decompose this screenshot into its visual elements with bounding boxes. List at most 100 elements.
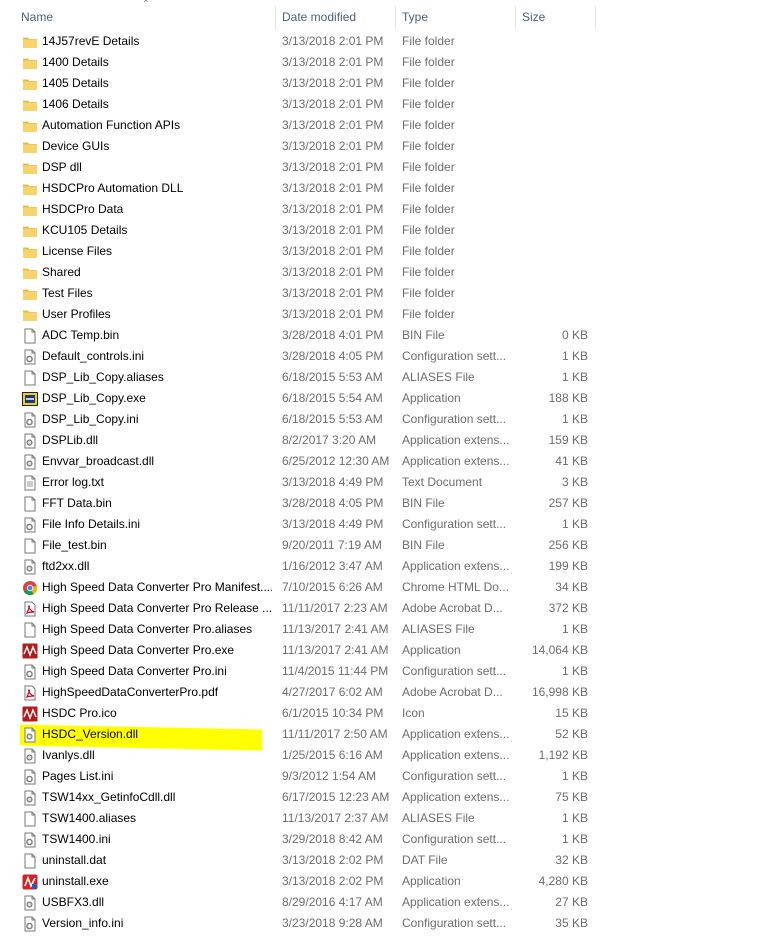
- file-name: USBFX3.dll: [42, 895, 105, 909]
- file-date-modified: 3/13/2018 2:02 PM: [282, 853, 384, 867]
- file-row[interactable]: TSW1400.aliases 11/13/2017 2:37 AM ALIASES…: [0, 808, 600, 829]
- file-name: DSP_Lib_Copy.aliases: [42, 370, 164, 384]
- file-row[interactable]: 1400 Details 3/13/2018 2:01 PM File folder: [0, 52, 600, 73]
- file-date-modified: 3/13/2018 2:01 PM: [282, 202, 384, 216]
- file-row[interactable]: DSP_Lib_Copy.exe 6/18/2015 5:54 AM Applica…: [0, 388, 600, 409]
- file-type: File folder: [402, 307, 455, 321]
- file-row[interactable]: HSDCPro Automation DLL 3/13/2018 2:01 PM F…: [0, 178, 600, 199]
- file-row[interactable]: Ivanlys.dll 1/25/2015 6:16 AM Application …: [0, 745, 600, 766]
- folder-icon: [22, 139, 38, 155]
- file-row[interactable]: DSP_Lib_Copy.ini 6/18/2015 5:53 AM Configu…: [0, 409, 600, 430]
- file-name: TSW1400.ini: [42, 832, 111, 846]
- file-size: 27 KB: [555, 895, 588, 909]
- pdf-icon: [22, 601, 38, 617]
- file-type: Configuration sett...: [402, 916, 507, 930]
- file-row[interactable]: Error log.txt 3/13/2018 4:49 PM Text Docum…: [0, 472, 600, 493]
- file-size: 14,064 KB: [531, 643, 588, 657]
- sort-ascending-icon: ⌃: [141, 0, 151, 10]
- file-row[interactable]: 1406 Details 3/13/2018 2:01 PM File folder: [0, 94, 600, 115]
- file-row[interactable]: 1405 Details 3/13/2018 2:01 PM File folder: [0, 73, 600, 94]
- file-name: File_test.bin: [42, 538, 107, 552]
- file-row[interactable]: DSP_Lib_Copy.aliases 6/18/2015 5:53 AM ALI…: [0, 367, 600, 388]
- column-header-size[interactable]: Size: [522, 0, 545, 30]
- file-type: File folder: [402, 265, 455, 279]
- dll-file-icon: [22, 454, 38, 470]
- file-size: 15 KB: [555, 706, 588, 720]
- column-header-name[interactable]: Name: [21, 0, 53, 30]
- file-row[interactable]: High Speed Data Converter Pro.aliases 11/…: [0, 619, 600, 640]
- file-row[interactable]: Automation Function APIs 3/13/2018 2:01 P…: [0, 115, 600, 136]
- config-file-icon: [22, 412, 38, 428]
- file-row[interactable]: KCU105 Details 3/13/2018 2:01 PM File fold…: [0, 220, 600, 241]
- file-type: Application extens...: [402, 748, 510, 762]
- file-list: 14J57revE Details 3/13/2018 2:01 PM File f…: [0, 31, 600, 934]
- file-row[interactable]: uninstall.dat 3/13/2018 2:02 PM DAT File 32…: [0, 850, 600, 871]
- column-divider[interactable]: [515, 6, 516, 30]
- folder-icon: [22, 160, 38, 176]
- file-row[interactable]: HSDC_Version.dll 11/11/2017 2:50 AM Applic…: [0, 724, 600, 745]
- config-file-icon: [22, 517, 38, 533]
- file-date-modified: 3/13/2018 2:01 PM: [282, 181, 384, 195]
- column-divider[interactable]: [395, 6, 396, 30]
- file-row[interactable]: ADC Temp.bin 3/28/2018 4:01 PM BIN File 0 K…: [0, 325, 600, 346]
- file-date-modified: 7/10/2015 6:26 AM: [282, 580, 383, 594]
- file-row[interactable]: User Profiles 3/13/2018 2:01 PM File folde…: [0, 304, 600, 325]
- file-row[interactable]: High Speed Data Converter Pro Release ..…: [0, 598, 600, 619]
- file-row[interactable]: File_test.bin 9/20/2011 7:19 AM BIN File 25…: [0, 535, 600, 556]
- file-row[interactable]: Pages List.ini 9/3/2012 1:54 AM Configurat…: [0, 766, 600, 787]
- file-date-modified: 11/4/2015 11:44 PM: [282, 664, 389, 678]
- file-date-modified: 6/18/2015 5:54 AM: [282, 391, 383, 405]
- file-date-modified: 3/13/2018 2:01 PM: [282, 307, 384, 321]
- file-row[interactable]: HSDCPro Data 3/13/2018 2:01 PM File folder: [0, 199, 600, 220]
- file-size: [516, 157, 588, 178]
- file-date-modified: 6/17/2015 12:23 AM: [282, 790, 390, 804]
- file-row[interactable]: uninstall.exe 3/13/2018 2:02 PM Applicatio…: [0, 871, 600, 892]
- file-row[interactable]: High Speed Data Converter Pro.exe 11/13/2…: [0, 640, 600, 661]
- column-divider[interactable]: [595, 6, 596, 30]
- file-row[interactable]: Version_info.ini 3/23/2018 9:28 AM Configu…: [0, 913, 600, 934]
- file-row[interactable]: High Speed Data Converter Pro.ini 11/4/20…: [0, 661, 600, 682]
- file-row[interactable]: DSP dll 3/13/2018 2:01 PM File folder: [0, 157, 600, 178]
- file-row[interactable]: FFT Data.bin 3/28/2018 4:05 PM BIN File 257…: [0, 493, 600, 514]
- file-date-modified: 3/13/2018 2:01 PM: [282, 286, 384, 300]
- file-row[interactable]: TSW14xx_GetinfoCdll.dll 6/17/2015 12:23 A…: [0, 787, 600, 808]
- folder-icon: [22, 223, 38, 239]
- file-date-modified: 3/13/2018 4:49 PM: [282, 517, 384, 531]
- file-name: FFT Data.bin: [42, 496, 112, 510]
- file-name: HSDCPro Data: [42, 202, 124, 216]
- file-size: [516, 199, 588, 220]
- file-name: TSW1400.aliases: [42, 811, 137, 825]
- file-size: 188 KB: [548, 391, 588, 405]
- file-size: [516, 52, 588, 73]
- file-type: Configuration sett...: [402, 517, 507, 531]
- file-date-modified: 3/13/2018 2:01 PM: [282, 223, 384, 237]
- file-row[interactable]: High Speed Data Converter Pro Manifest..…: [0, 577, 600, 598]
- column-divider[interactable]: [275, 6, 276, 30]
- file-size: 1 KB: [561, 664, 588, 678]
- file-size: [516, 262, 588, 283]
- file-row[interactable]: Default_controls.ini 3/28/2018 4:05 PM Con…: [0, 346, 600, 367]
- file-row[interactable]: Envvar_broadcast.dll 6/25/2012 12:30 AM Ap…: [0, 451, 600, 472]
- file-row[interactable]: HSDC Pro.ico 6/1/2015 10:34 PM Icon 15 KB: [0, 703, 600, 724]
- file-row[interactable]: ftd2xx.dll 1/16/2012 3:47 AM Application e…: [0, 556, 600, 577]
- folder-icon: [22, 118, 38, 134]
- file-date-modified: 3/13/2018 2:01 PM: [282, 139, 384, 153]
- file-row[interactable]: USBFX3.dll 8/29/2016 4:17 AM Application e…: [0, 892, 600, 913]
- file-row[interactable]: HighSpeedDataConverterPro.pdf 4/27/2017 6…: [0, 682, 600, 703]
- file-type: BIN File: [402, 496, 445, 510]
- file-row[interactable]: Test Files 3/13/2018 2:01 PM File folder: [0, 283, 600, 304]
- file-row[interactable]: TSW1400.ini 3/29/2018 8:42 AM Configuratio…: [0, 829, 600, 850]
- file-name: Device GUIs: [42, 139, 110, 153]
- file-row[interactable]: File Info Details.ini 3/13/2018 4:49 PM Co…: [0, 514, 600, 535]
- file-row[interactable]: 14J57revE Details 3/13/2018 2:01 PM File f…: [0, 31, 600, 52]
- column-header-date[interactable]: Date modified: [282, 0, 356, 30]
- file-name: ADC Temp.bin: [42, 328, 120, 342]
- file-name: 1405 Details: [42, 76, 109, 90]
- column-header-type[interactable]: Type: [402, 0, 428, 30]
- file-row[interactable]: License Files 3/13/2018 2:01 PM File folde…: [0, 241, 600, 262]
- file-type: Chrome HTML Do...: [402, 580, 509, 594]
- config-file-icon: [22, 664, 38, 680]
- file-row[interactable]: Device GUIs 3/13/2018 2:01 PM File folder: [0, 136, 600, 157]
- file-row[interactable]: DSPLib.dll 8/2/2017 3:20 AM Application ex…: [0, 430, 600, 451]
- file-row[interactable]: Shared 3/13/2018 2:01 PM File folder: [0, 262, 600, 283]
